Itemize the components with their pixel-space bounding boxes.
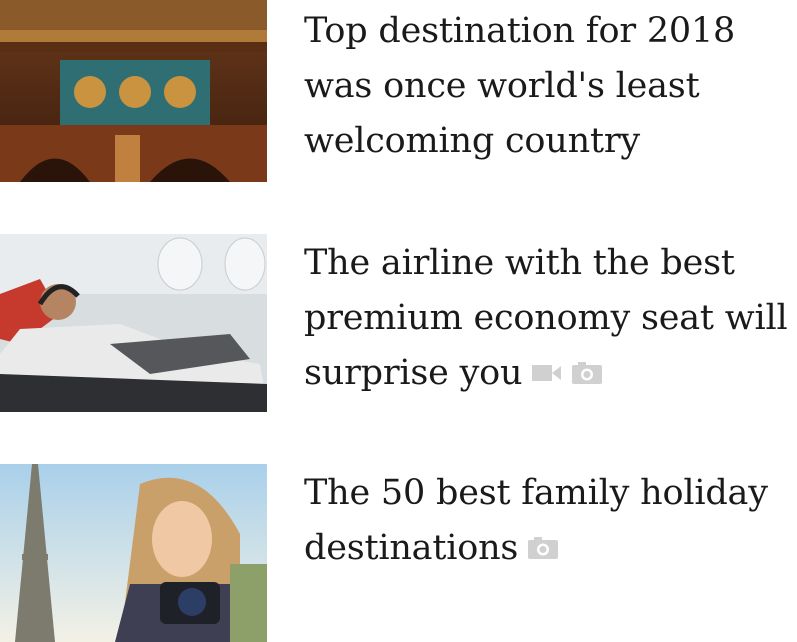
article-card[interactable]: Top destination for 2018 was once world'… [0, 0, 797, 182]
camera-icon [572, 361, 603, 384]
media-type-icons [528, 519, 568, 574]
camera-icon [528, 536, 559, 559]
media-type-icons [532, 344, 612, 399]
article-headline[interactable]: The airline with the best premium econom… [304, 236, 794, 402]
church-fresco-image [0, 0, 267, 182]
article-card[interactable]: The airline with the best premium econom… [0, 234, 797, 412]
video-icon [532, 364, 562, 381]
article-thumbnail[interactable] [0, 234, 267, 412]
airline-seat-image [0, 234, 267, 412]
eiffel-tower-image [0, 464, 267, 642]
article-headline[interactable]: Top destination for 2018 was once world'… [304, 4, 794, 169]
article-thumbnail[interactable] [0, 464, 267, 642]
article-headline[interactable]: The 50 best family holiday destinations [304, 466, 794, 577]
article-card[interactable]: The 50 best family holiday destinations [0, 464, 797, 642]
article-thumbnail[interactable] [0, 0, 267, 182]
